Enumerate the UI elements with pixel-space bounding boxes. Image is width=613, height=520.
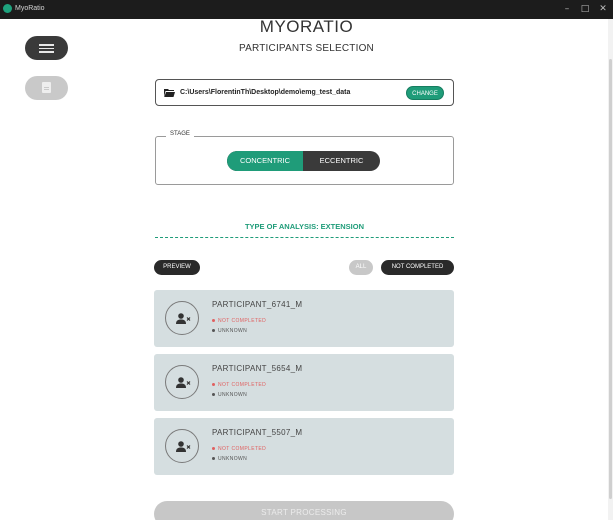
analysis-divider [155,237,454,238]
participant-avatar [165,429,199,463]
folder-path-text: C:\Users\FlorentinTh\Desktop\demo\emg_te… [180,89,351,96]
participant-name: PARTICIPANT_6741_M [212,300,303,309]
folder-icon [164,89,175,97]
folder-path-box: C:\Users\FlorentinTh\Desktop\demo\emg_te… [155,79,454,106]
result-dot-icon [212,329,215,333]
start-processing-button[interactable]: START PROCESSING [154,501,454,520]
result-dot-icon [212,393,215,397]
participant-status: NOT COMPLETED [212,446,266,452]
participant-result-text: UNKNOWN [218,392,248,398]
participant-result-text: UNKNOWN [218,456,248,462]
vertical-scrollbar[interactable] [608,19,613,520]
filter-all-button[interactable]: ALL [349,260,373,275]
app-window: MyoRatio – □ ✕ MYORATIO PARTICIPANTS SEL… [0,0,613,520]
participant-status: NOT COMPLETED [212,382,266,388]
app-title: MYORATIO [259,17,354,36]
participant-card[interactable]: PARTICIPANT_5654_M NOT COMPLETED UNKNOWN [154,354,454,411]
participant-result: UNKNOWN [212,328,247,334]
user-remove-icon [176,313,191,324]
minimize-button[interactable]: – [560,3,574,15]
user-remove-icon [176,377,191,388]
result-dot-icon [212,457,215,461]
status-dot-icon [212,319,215,323]
preview-button[interactable]: PREVIEW [154,260,200,275]
participant-result: UNKNOWN [212,456,247,462]
document-icon [42,82,51,93]
participant-result-text: UNKNOWN [218,328,248,334]
maximize-button[interactable]: □ [578,3,592,15]
user-remove-icon [176,441,191,452]
report-button[interactable] [25,76,68,100]
participant-card[interactable]: PARTICIPANT_6741_M NOT COMPLETED UNKNOWN [154,290,454,347]
analysis-type-label: TYPE OF ANALYSIS: EXTENSION [244,222,365,231]
participant-name: PARTICIPANT_5654_M [212,364,303,373]
filter-not-completed-button[interactable]: NOT COMPLETED [381,260,454,275]
page-title: PARTICIPANTS SELECTION [239,43,374,54]
app-logo-icon [3,4,12,13]
participant-status: NOT COMPLETED [212,318,266,324]
participant-name: PARTICIPANT_5507_M [212,428,303,437]
participant-status-text: NOT COMPLETED [218,318,267,324]
status-dot-icon [212,447,215,451]
stage-toggle: CONCENTRIC ECCENTRIC [227,151,380,171]
participant-avatar [165,365,199,399]
participant-card[interactable]: PARTICIPANT_5507_M NOT COMPLETED UNKNOWN [154,418,454,475]
participant-avatar [165,301,199,335]
status-dot-icon [212,383,215,387]
scrollbar-thumb[interactable] [609,59,612,499]
participant-status-text: NOT COMPLETED [218,382,267,388]
participant-status-text: NOT COMPLETED [218,446,267,452]
close-button[interactable]: ✕ [596,3,610,15]
stage-legend: STAGE [166,131,194,137]
window-title: MyoRatio [15,5,45,12]
participant-result: UNKNOWN [212,392,247,398]
change-folder-button[interactable]: CHANGE [406,86,444,100]
stage-option-eccentric[interactable]: ECCENTRIC [303,151,380,171]
stage-option-concentric[interactable]: CONCENTRIC [227,151,303,171]
